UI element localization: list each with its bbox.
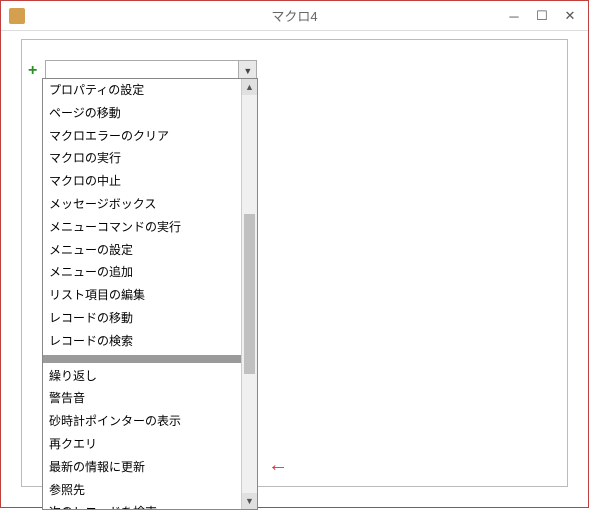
window-controls: ─ ☐ ✕ [500, 1, 584, 31]
dropdown-item[interactable]: プロパティの設定 [43, 79, 257, 102]
dropdown-item[interactable]: メニューコマンドの実行 [43, 216, 257, 239]
dropdown-item[interactable]: マクロの実行 [43, 147, 257, 170]
dropdown-list: プロパティの設定ページの移動マクロエラーのクリアマクロの実行マクロの中止メッセー… [43, 79, 257, 509]
dropdown-item[interactable]: マクロエラーのクリア [43, 125, 257, 148]
dropdown-item[interactable]: リスト項目の編集 [43, 284, 257, 307]
close-button[interactable]: ✕ [556, 4, 584, 28]
scroll-thumb[interactable] [244, 214, 255, 373]
list-gap-divider [43, 355, 257, 363]
action-dropdown: プロパティの設定ページの移動マクロエラーのクリアマクロの実行マクロの中止メッセー… [42, 78, 258, 510]
dropdown-item[interactable]: レコードの移動 [43, 307, 257, 330]
dropdown-item[interactable]: 最新の情報に更新 [43, 456, 257, 479]
scroll-up-icon[interactable]: ▲ [242, 79, 257, 95]
minimize-button[interactable]: ─ [500, 4, 528, 28]
add-icon[interactable]: + [28, 62, 37, 80]
app-icon [9, 8, 25, 24]
dropdown-item[interactable]: 再クエリ [43, 433, 257, 456]
dropdown-item[interactable]: メニューの設定 [43, 239, 257, 262]
dropdown-item[interactable]: マクロの中止 [43, 170, 257, 193]
dropdown-item[interactable]: 砂時計ポインターの表示 [43, 410, 257, 433]
window-title: マクロ4 [271, 6, 317, 25]
dropdown-item[interactable]: レコードの検索 [43, 330, 257, 353]
dropdown-item[interactable]: メニューの追加 [43, 261, 257, 284]
dropdown-item[interactable]: 繰り返し [43, 365, 257, 388]
annotation-arrow-icon: ← [268, 454, 288, 477]
dropdown-item[interactable]: 警告音 [43, 387, 257, 410]
dropdown-item[interactable]: ページの移動 [43, 102, 257, 125]
dropdown-scrollbar: ▲ ▼ [241, 79, 257, 509]
scroll-down-icon[interactable]: ▼ [242, 493, 257, 509]
dropdown-item[interactable]: 参照先 [43, 479, 257, 502]
titlebar: マクロ4 ─ ☐ ✕ [1, 1, 588, 31]
dropdown-item[interactable]: メッセージボックス [43, 193, 257, 216]
maximize-button[interactable]: ☐ [528, 4, 556, 28]
dropdown-item[interactable]: 次のレコードを検索 [43, 501, 257, 509]
scroll-track[interactable] [242, 95, 257, 493]
